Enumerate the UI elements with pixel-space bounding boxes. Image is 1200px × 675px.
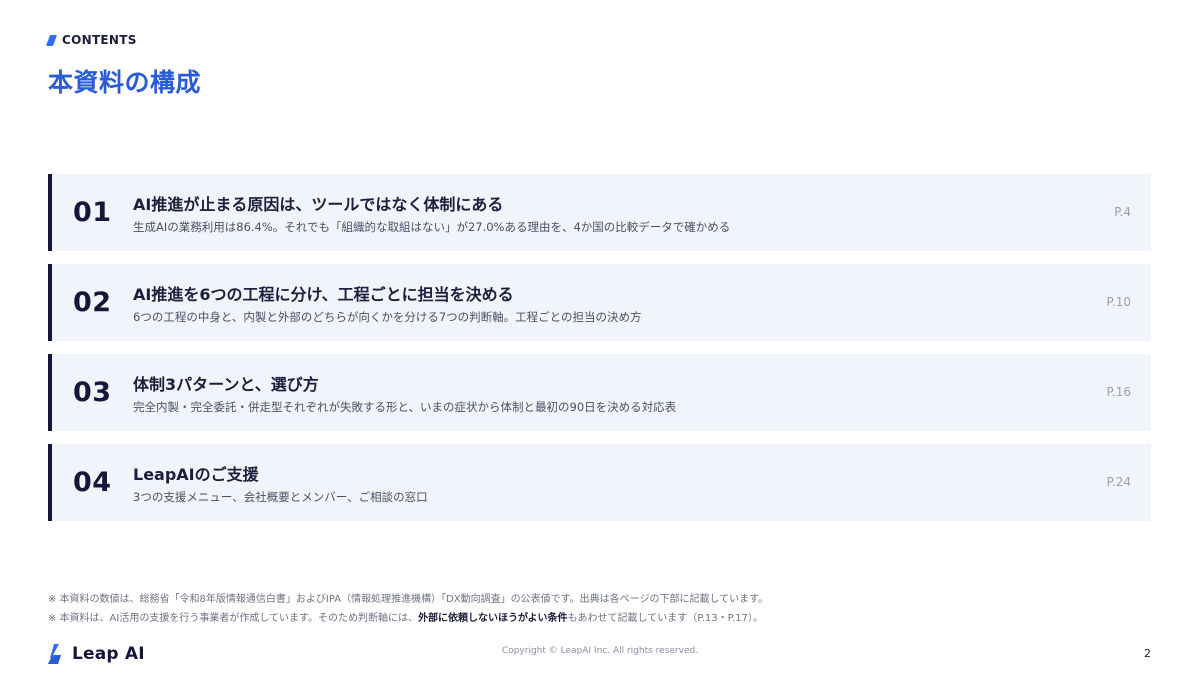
toc-item-number: 03 (73, 377, 112, 408)
toc-item-02[interactable]: 02 AI推進を6つの工程に分け、工程ごとに担当を決める 6つの工程の中身と、内… (48, 264, 1151, 341)
copyright-text: Copyright © LeapAI Inc. All rights reser… (501, 646, 699, 656)
toc-item-03[interactable]: 03 体制3パターンと、選び方 完全内製・完全委託・併走型それぞれが失敗する形と… (48, 354, 1151, 431)
toc-item-04[interactable]: 04 LeapAIのご支援 3つの支援メニュー、会社概要とメンバー、ご相談の窓口… (48, 444, 1151, 521)
toc-item-page: P.10 (1106, 295, 1131, 309)
footnote-sources: ※ 本資料の数値は、総務省「令和8年版情報通信白書」およびIPA（情報処理推進機… (48, 594, 769, 605)
footnote-disclosure-text-end: もあわせて記載しています（P.13・P.17）。 (567, 613, 764, 624)
toc-item-title: AI推進が止まる原因は、ツールではなく体制にある (133, 195, 504, 214)
section-eyebrow: CONTENTS (45, 33, 137, 47)
toc-item-description: 6つの工程の中身と、内製と外部のどちらが向くかを分ける7つの判断軸。工程ごとの担… (133, 310, 642, 324)
toc-item-page: P.24 (1106, 475, 1131, 489)
table-of-contents: 01 AI推進が止まる原因は、ツールではなく体制にある 生成AIの業務利用は86… (48, 174, 1151, 534)
footnote-disclosure-text: ※ 本資料は、AI活用の支援を行う事業者が作成しています。そのため判断軸には、 (48, 613, 419, 624)
toc-item-description: 生成AIの業務利用は86.4%。それでも「組織的な取組はない」が27.0%ある理… (133, 220, 731, 234)
eyebrow-label: CONTENTS (62, 33, 137, 47)
toc-item-page: P.16 (1106, 385, 1131, 399)
eyebrow-mark-icon (45, 34, 58, 46)
page-title: 本資料の構成 (48, 68, 202, 97)
toc-item-description: 完全内製・完全委託・併走型それぞれが失敗する形と、いまの症状から体制と最初の90… (133, 400, 677, 414)
toc-item-title: AI推進を6つの工程に分け、工程ごとに担当を決める (133, 285, 514, 304)
footnotes: ※ 本資料の数値は、総務省「令和8年版情報通信白書」およびIPA（情報処理推進機… (48, 590, 768, 628)
toc-item-number: 02 (73, 287, 112, 318)
toc-item-number: 04 (73, 467, 112, 498)
toc-item-01[interactable]: 01 AI推進が止まる原因は、ツールではなく体制にある 生成AIの業務利用は86… (48, 174, 1151, 251)
toc-item-title: 体制3パターンと、選び方 (133, 375, 319, 394)
page-number: 2 (1144, 647, 1151, 660)
footnote-disclosure: ※ 本資料は、AI活用の支援を行う事業者が作成しています。そのため判断軸には、外… (48, 609, 768, 628)
footnote-disclosure-emphasis: 外部に依頼しないほうがよい条件 (418, 613, 568, 624)
toc-item-description: 3つの支援メニュー、会社概要とメンバー、ご相談の窓口 (133, 490, 428, 504)
toc-item-number: 01 (73, 197, 112, 228)
toc-item-page: P.4 (1114, 205, 1131, 219)
toc-item-title: LeapAIのご支援 (133, 465, 259, 484)
